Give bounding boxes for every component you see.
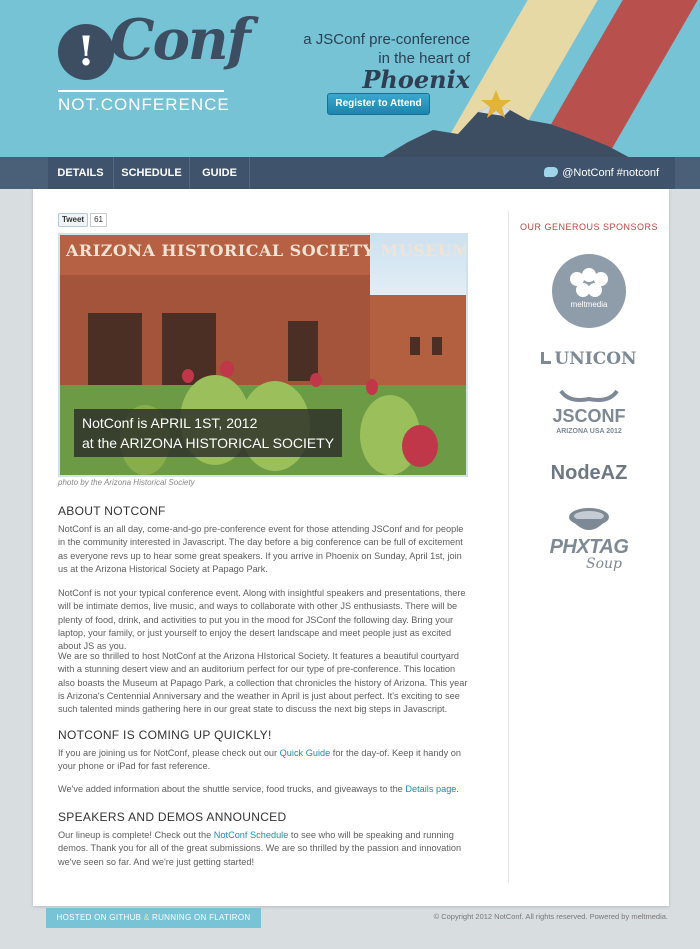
museum-window (410, 337, 420, 355)
content-page: Tweet 61 ARIZONA HISTORICAL SOCIETY MUSEU… (33, 189, 669, 906)
tagline-line1: a JSConf pre-conference (303, 31, 470, 48)
about-heading: ABOUT NOTCONF (58, 504, 166, 518)
sponsor-name: meltmedia (570, 300, 608, 309)
hero-caption-line1: NotConf is APRIL 1ST, 2012 (82, 415, 258, 431)
sponsor-meltmedia[interactable]: meltmedia (509, 253, 669, 328)
tagline-line2-wrap: in the heart of Phoenix (290, 49, 470, 93)
coming-paragraph: If you are joining us for NotConf, pleas… (58, 747, 470, 774)
museum-sign: ARIZONA HISTORICAL SOCIETY MUSEUM (66, 241, 468, 260)
hero-caption-line2: at the ARIZONA HISTORICAL SOCIETY (82, 435, 335, 451)
register-button[interactable]: Register to Attend (327, 93, 430, 115)
about-paragraph: We are so thrilled to host NotConf at th… (58, 651, 468, 715)
footer-links: HOSTED ON GITHUB & RUNNING ON FLATIRON (46, 908, 261, 928)
unicon-mark-icon (541, 352, 552, 364)
logo-subtitle: NOT.CONFERENCE (58, 90, 229, 113)
hero-caption: NotConf is APRIL 1ST, 2012 at the ARIZON… (74, 409, 343, 457)
text-run: Our lineup is complete! Check out the (58, 830, 214, 840)
sponsors-sidebar: OUR GENEROUS SPONSORS meltmedia UNICON J… (508, 211, 668, 883)
museum-window (88, 313, 142, 393)
copyright-notice: © Copyright 2012 NotConf. All rights res… (433, 912, 668, 921)
notconf-logo[interactable]: ! Conf NOT.CONFERENCE (58, 12, 251, 118)
sponsors-heading: OUR GENEROUS SPONSORS (519, 222, 659, 232)
quick-guide-link[interactable]: Quick Guide (280, 748, 331, 758)
museum-window (432, 337, 442, 355)
sponsor-unicon[interactable]: UNICON (509, 351, 669, 368)
cactus-fruit (402, 425, 438, 467)
nav-item-details[interactable]: DETAILS (48, 157, 114, 189)
speakers-heading: SPEAKERS AND DEMOS ANNOUNCED (58, 810, 287, 824)
text-run: If you are joining us for NotConf, pleas… (58, 748, 280, 758)
museum-window (288, 321, 318, 381)
logo-badge: ! (58, 24, 114, 80)
twitter-handles: @NotConf #notconf (562, 167, 659, 179)
about-paragraph: NotConf is an all day, come-and-go pre-c… (58, 524, 464, 574)
hosted-on-github-link[interactable]: HOSTED ON GITHUB (57, 913, 142, 922)
meltmedia-logo-icon (552, 254, 626, 328)
nav-item-guide[interactable]: GUIDE (190, 157, 250, 189)
footer-ampersand: & (143, 913, 150, 922)
sponsor-name: JSCONF (552, 406, 626, 426)
sponsor-phxtag[interactable]: PHXTAG Soup (509, 507, 669, 571)
sponsor-name: PHXTAG (549, 536, 629, 558)
twitter-bird-icon (544, 167, 559, 177)
cactus-fruit (182, 369, 194, 383)
cactus-fruit (220, 361, 234, 377)
tweet-count[interactable]: 61 (90, 213, 107, 227)
nav-item-schedule[interactable]: SCHEDULE (114, 157, 190, 189)
hero-image: ARIZONA HISTORICAL SOCIETY MUSEUM NotCon… (58, 233, 468, 477)
cactus-fruit (366, 379, 378, 395)
coming-paragraph: We've added information about the shuttl… (58, 783, 470, 796)
main-nav: DETAILS SCHEDULE GUIDE @NotConf #notconf (0, 157, 700, 189)
text-run: We've added information about the shuttl… (58, 784, 406, 794)
tweet-button[interactable]: Tweet (58, 213, 89, 227)
tagline-city: Phoenix (362, 65, 470, 94)
tagline: a JSConf pre-conference in the heart of … (290, 30, 470, 93)
site-header: ! Conf NOT.CONFERENCE a JSConf pre-confe… (0, 0, 700, 160)
nav-bar: DETAILS SCHEDULE GUIDE @NotConf #notconf (48, 157, 675, 189)
coming-heading: NOTCONF IS COMING UP QUICKLY! (58, 728, 272, 742)
logo-wordmark: Conf (110, 7, 251, 73)
tweet-widget: Tweet 61 (58, 209, 470, 227)
running-on-flatiron-link[interactable]: RUNNING ON FLATIRON (152, 913, 250, 922)
text-run: . (456, 784, 459, 794)
sponsor-subname: Soup (586, 556, 622, 572)
speakers-paragraph: Our lineup is complete! Check out the No… (58, 829, 470, 869)
soup-bowl-icon (569, 508, 609, 530)
longhorn-icon (559, 389, 619, 402)
cactus-fruit (310, 373, 322, 387)
sponsor-nodeaz[interactable]: NodeAZ (509, 463, 669, 483)
sponsor-jsconf[interactable]: JSCONF ARIZONA USA 2012 (509, 389, 669, 435)
schedule-link[interactable]: NotConf Schedule (214, 830, 289, 840)
details-page-link[interactable]: Details page (405, 784, 456, 794)
photo-credit: photo by the Arizona Historical Society (58, 478, 195, 487)
about-paragraph: NotConf is not your typical conference e… (58, 588, 466, 652)
sponsor-name: UNICON (554, 349, 637, 369)
main-column: Tweet 61 ARIZONA HISTORICAL SOCIETY MUSEU… (58, 209, 470, 867)
twitter-link[interactable]: @NotConf #notconf (544, 157, 659, 189)
sponsor-subname: ARIZONA USA 2012 (556, 428, 622, 435)
